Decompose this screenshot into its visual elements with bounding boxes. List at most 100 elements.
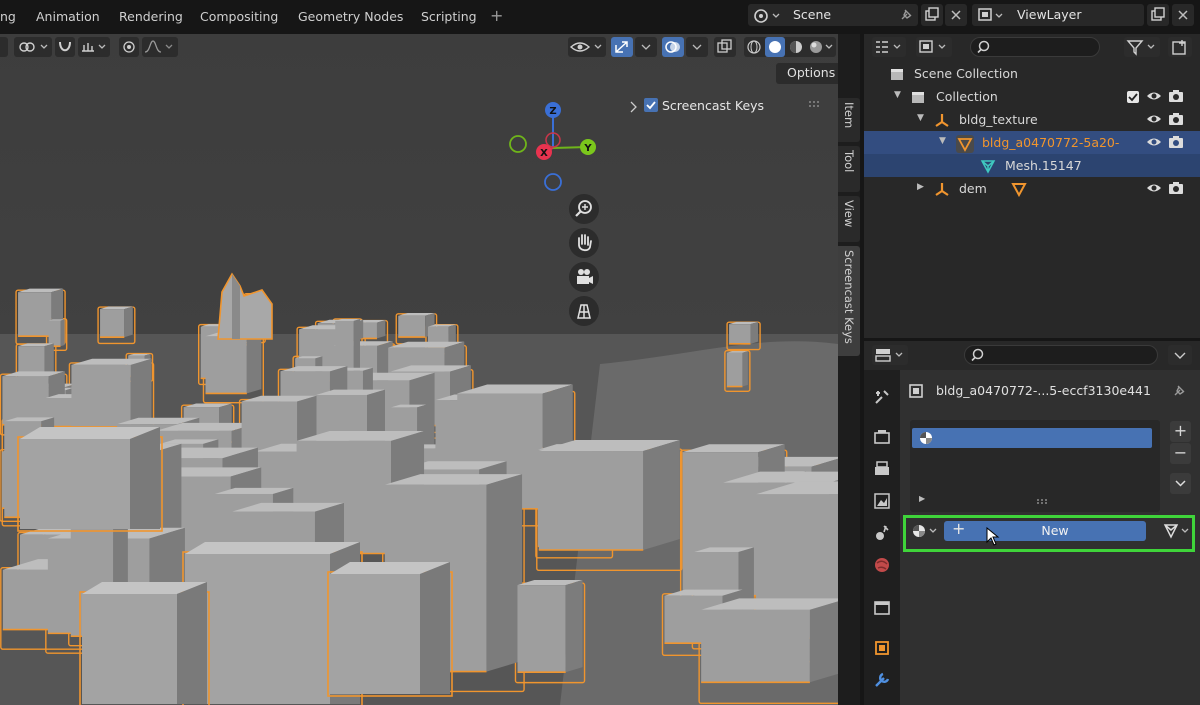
pan-button[interactable]: [569, 228, 599, 258]
add-workspace-icon[interactable]: +: [490, 6, 503, 25]
object-tab-icon[interactable]: [872, 638, 892, 658]
pin-icon[interactable]: [898, 7, 914, 26]
expand-arrow-icon[interactable]: ▼: [894, 90, 901, 100]
mesh-data-icon: [980, 158, 996, 174]
collapse-arrow-icon[interactable]: ▶: [917, 182, 924, 192]
eye-icon[interactable]: [1146, 181, 1162, 195]
tab-tool[interactable]: Tool: [838, 146, 860, 192]
navigation-gizmo[interactable]: Z Y X: [500, 98, 610, 198]
workspace-tab-prev[interactable]: ng: [0, 9, 16, 24]
workspace-tab-scripting[interactable]: Scripting: [421, 9, 477, 24]
link-icon: [19, 42, 48, 52]
display-mode-button[interactable]: [916, 37, 952, 57]
eye-icon[interactable]: [1146, 112, 1162, 126]
outliner-properties-divider[interactable]: [864, 338, 1200, 341]
screencast-keys-checkbox[interactable]: [644, 98, 658, 112]
outliner-row-dem[interactable]: ▶ dem: [864, 177, 1200, 200]
camera-view-button[interactable]: [569, 262, 599, 292]
properties-options-dropdown[interactable]: [1168, 345, 1192, 365]
rendered-shading-icon[interactable]: [810, 41, 822, 53]
screencast-keys-overlay[interactable]: Screencast Keys: [628, 97, 778, 115]
overlays-dropdown[interactable]: [686, 37, 708, 57]
material-shading-icon[interactable]: [790, 41, 802, 53]
new-scene-button[interactable]: [921, 4, 943, 26]
workspace-tab-compositing[interactable]: Compositing: [200, 9, 278, 24]
material-slot-row[interactable]: [912, 428, 1152, 448]
render-camera-icon[interactable]: [1168, 181, 1184, 195]
resize-handle-icon[interactable]: [1036, 495, 1050, 509]
gizmo-dropdown[interactable]: [635, 37, 657, 57]
properties-editor-type[interactable]: [872, 345, 908, 365]
outliner-row-bldg-object[interactable]: ▼ bldg_a0470772-5a20-: [864, 131, 1200, 154]
outliner-row-collection[interactable]: ▼ Collection: [864, 85, 1200, 108]
new-view-layer-button[interactable]: [1147, 4, 1169, 26]
viewport-right-divider[interactable]: [860, 34, 864, 705]
solid-shading-icon[interactable]: [769, 41, 781, 53]
falloff-button[interactable]: [142, 37, 178, 57]
mesh-object-icon: [956, 135, 974, 153]
delete-view-layer-button[interactable]: [1172, 4, 1194, 26]
editor-type-button[interactable]: [0, 37, 8, 57]
filter-button[interactable]: [1124, 37, 1160, 57]
link-mode-button[interactable]: [1162, 520, 1194, 542]
expand-arrow-icon[interactable]: ▼: [939, 136, 946, 146]
workspace-tab-rendering[interactable]: Rendering: [119, 9, 183, 24]
outliner-editor-type[interactable]: [872, 37, 906, 57]
outliner-search-input[interactable]: [970, 37, 1100, 57]
scene-tab-icon[interactable]: [872, 523, 892, 543]
material-specials-button[interactable]: [1170, 473, 1191, 494]
screencast-keys-label: Screencast Keys: [662, 98, 765, 113]
delete-scene-button[interactable]: [945, 4, 967, 26]
zoom-button[interactable]: [569, 194, 599, 224]
add-material-slot-button[interactable]: +: [1170, 421, 1191, 442]
xray-toggle-button[interactable]: [714, 37, 736, 57]
snap-button[interactable]: [55, 37, 75, 57]
browse-material-button[interactable]: [910, 521, 942, 541]
projection-toggle-button[interactable]: [569, 296, 599, 326]
modifier-tab-icon[interactable]: [872, 670, 892, 690]
view-layer-tab-icon[interactable]: [872, 491, 892, 511]
workspace-tab-animation[interactable]: Animation: [36, 9, 100, 24]
output-tab-icon[interactable]: [872, 459, 892, 479]
y-axis-handle[interactable]: Y: [580, 139, 596, 155]
outliner-row-scene-collection[interactable]: Scene Collection: [864, 62, 1200, 85]
expand-arrow-icon[interactable]: ▼: [917, 113, 924, 123]
drag-handle-icon[interactable]: [808, 99, 824, 113]
wireframe-shading-icon[interactable]: [747, 40, 761, 54]
tab-screencast-keys[interactable]: Screencast Keys: [838, 246, 860, 356]
overlays-toggle-button[interactable]: [662, 37, 684, 57]
tool-tab-icon[interactable]: [872, 387, 892, 407]
render-camera-icon[interactable]: [1168, 112, 1184, 126]
transform-pivot-button[interactable]: [14, 37, 52, 57]
x-axis-handle[interactable]: X: [536, 144, 552, 160]
pin-icon[interactable]: [1171, 383, 1187, 402]
proportional-edit-button[interactable]: [119, 37, 139, 57]
snap-target-button[interactable]: [78, 37, 110, 57]
outliner-row-bldg-texture[interactable]: ▼ bldg_texture: [864, 108, 1200, 131]
eye-icon[interactable]: [1146, 89, 1162, 103]
render-camera-icon[interactable]: [1168, 135, 1184, 149]
z-axis-handle[interactable]: Z: [545, 102, 561, 118]
scene-selector[interactable]: Scene: [748, 4, 918, 26]
properties-search-input[interactable]: [964, 345, 1158, 365]
new-collection-button[interactable]: [1168, 37, 1192, 57]
options-dropdown[interactable]: Options: [776, 63, 838, 84]
new-material-button[interactable]: + New: [944, 519, 1146, 541]
tab-view[interactable]: View: [838, 196, 860, 242]
eye-icon[interactable]: [1146, 135, 1162, 149]
gizmo-toggle-button[interactable]: [611, 37, 633, 57]
3d-viewport[interactable]: Options Screencast Keys Z Y X: [0, 34, 838, 705]
tab-item[interactable]: Item: [838, 98, 860, 142]
workspace-tab-geometry-nodes[interactable]: Geometry Nodes: [298, 9, 403, 24]
world-tab-icon[interactable]: [872, 555, 892, 575]
exclude-checkbox-icon[interactable]: [1126, 90, 1140, 107]
remove-material-slot-button[interactable]: −: [1170, 443, 1191, 464]
view-layer-selector[interactable]: ViewLayer: [972, 4, 1144, 26]
outliner-row-mesh-data[interactable]: Mesh.15147: [864, 154, 1200, 177]
expand-arrow-icon[interactable]: ▶: [919, 494, 925, 503]
render-tab-icon[interactable]: [872, 427, 892, 447]
material-slot-list[interactable]: ▶: [910, 420, 1160, 512]
visibility-button[interactable]: [568, 37, 606, 57]
collection-tab-icon[interactable]: [872, 597, 892, 617]
render-camera-icon[interactable]: [1168, 89, 1184, 103]
